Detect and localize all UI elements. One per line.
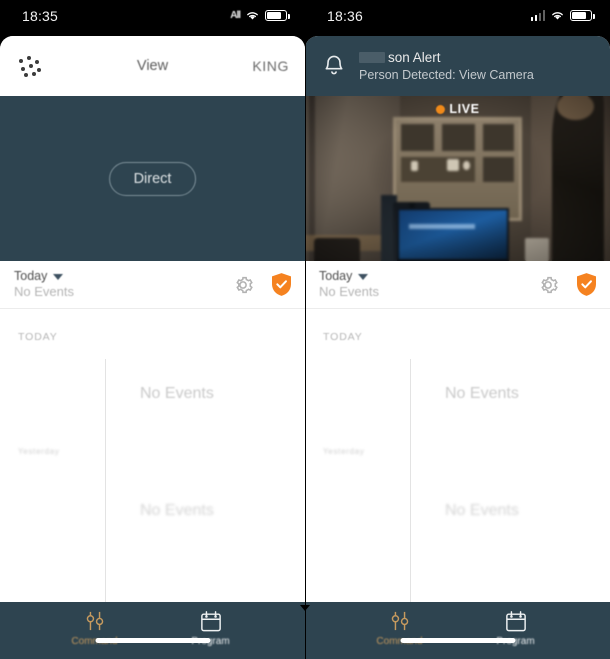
gear-icon[interactable] [232,274,254,296]
status-bar-time: 18:36 [327,8,364,24]
status-bar-indicators [530,10,595,21]
battery-icon [265,10,290,21]
timeline-axis [410,359,411,602]
battery-icon [570,10,595,21]
panel-divider [305,0,306,659]
right-tab-bar: Command Program [305,602,610,659]
shield-check-icon[interactable] [272,273,291,296]
calendar-icon [175,609,247,633]
calendar-icon [480,609,552,633]
live-badge: LIVE [435,102,479,116]
timeline-yesterday-label: Yesterday [323,447,365,456]
right-events-timeline[interactable]: TODAY No Events Yesterday No Events [305,309,610,602]
right-events-toolbar: Today No Events [305,261,610,309]
chevron-down-icon[interactable] [358,273,369,280]
timeline-axis [105,359,106,602]
notification-subtitle: Person Detected: View Camera [359,67,534,82]
events-status: No Events [319,284,379,300]
notification-text: son Alert Person Detected: View Camera [359,49,534,82]
timeline-no-events-2: No Events [445,502,519,519]
live-label: LIVE [449,102,480,116]
chevron-down-icon[interactable] [53,273,64,280]
wifi-icon [247,12,258,20]
shield-check-icon[interactable] [577,273,596,296]
day-selector[interactable]: Today No Events [319,269,379,300]
events-status: No Events [14,284,74,300]
left-tab-bar: Command Program [0,602,305,659]
timeline-today-label: TODAY [18,331,58,343]
left-app-header: View KING [0,36,305,96]
timeline-no-events-2: No Events [140,502,214,519]
gear-icon[interactable] [537,274,559,296]
camera-live-feed[interactable]: LIVE [305,96,610,261]
sliders-icon [59,609,131,633]
direct-button[interactable]: Direct [108,161,197,196]
timeline-no-events: No Events [445,385,519,402]
left-status-bar: 18:35 All [0,0,305,36]
right-app-card: son Alert Person Detected: View Camera L… [305,36,610,659]
left-events-timeline[interactable]: TODAY No Events Yesterday No Events [0,309,305,602]
bell-icon [325,55,343,75]
camera-image [305,96,610,261]
left-events-toolbar: Today No Events [0,261,305,309]
home-indicator [95,638,210,643]
left-hero-panel: Direct [0,96,305,261]
redaction-block [359,52,385,64]
live-dot-icon [435,104,445,114]
sliders-icon [364,609,436,633]
timeline-today-label: TODAY [323,331,363,343]
header-site-label[interactable]: KING [252,58,289,74]
wifi-icon [552,12,563,20]
toolbar-actions [537,273,596,296]
right-status-bar: 18:36 [305,0,610,36]
timeline-no-events: No Events [140,385,214,402]
left-app-card: View KING Direct Today No Events TODAY N… [0,36,305,659]
signal-icon: All [230,10,241,21]
notification-banner[interactable]: son Alert Person Detected: View Camera [305,36,610,96]
home-indicator [400,638,515,643]
toolbar-actions [232,273,291,296]
right-phone: 18:36 son Alert Person Detected: View Ca… [305,0,610,659]
day-selector[interactable]: Today No Events [14,269,74,300]
timeline-yesterday-label: Yesterday [18,447,60,456]
notification-title: son Alert [359,49,534,66]
status-bar-time: 18:35 [22,8,59,24]
status-bar-indicators: All [230,10,290,21]
dual-phone-screenshot: 18:35 All View KING Direct Today No Even… [0,0,610,659]
signal-icon [530,10,545,21]
day-label: Today [14,268,48,283]
left-phone: 18:35 All View KING Direct Today No Even… [0,0,305,659]
day-label: Today [319,268,353,283]
